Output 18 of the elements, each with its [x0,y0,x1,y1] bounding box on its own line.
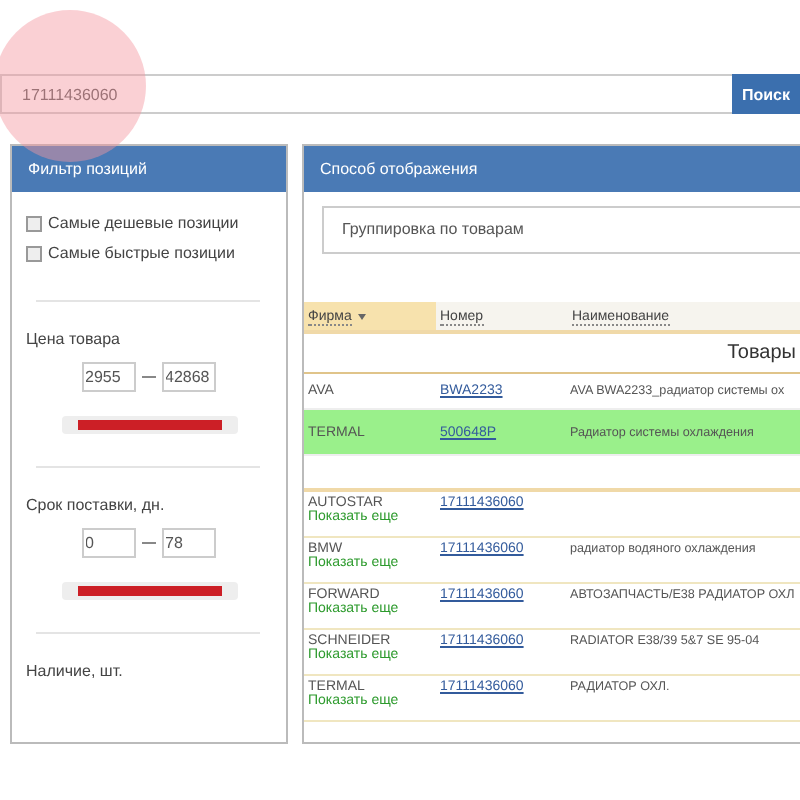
range-from-field[interactable]: 0 [81,528,135,558]
search-button[interactable]: Поиск [732,74,800,114]
slider-fill[interactable] [78,420,222,430]
checkbox-label: Самые быстрые позиции [48,244,235,262]
section-label: Наличие, шт. [26,662,125,680]
range-to-field[interactable]: 42868 [161,362,215,392]
slider-fill[interactable] [78,586,222,596]
checkbox[interactable] [26,215,42,231]
checkbox-label: Самые дешевые позиции [48,214,239,232]
group-title: Товары [727,342,796,364]
range-to-field[interactable]: 78 [161,528,215,558]
range-label: Срок поставки, дн. [26,496,167,514]
range-from-field[interactable]: 2955 [81,362,135,392]
panel-title: Фильтр позиций [12,146,286,192]
range-label: Цена товара [26,330,122,348]
panel-title: Способ отображения [304,146,800,192]
checkbox[interactable] [26,245,42,261]
display-mode-select[interactable]: Группировка по товарам [322,206,800,254]
